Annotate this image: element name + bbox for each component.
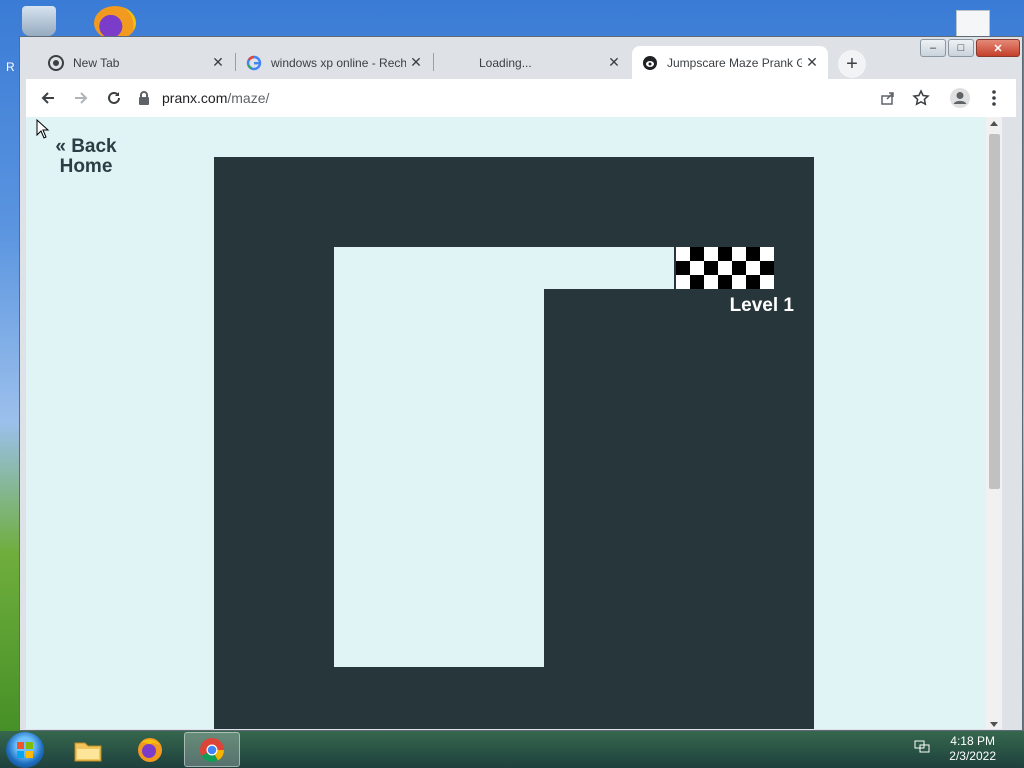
address-bar[interactable]: pranx.com/maze/ — [138, 84, 858, 112]
share-icon[interactable] — [876, 86, 900, 110]
file-explorer-icon[interactable] — [60, 732, 116, 767]
close-tab-icon[interactable]: ✕ — [208, 54, 228, 71]
level-label: Level 1 — [729, 295, 794, 316]
close-tab-icon[interactable]: ✕ — [604, 54, 624, 71]
desktop-icon-label: R — [6, 60, 15, 74]
scrollbar-thumb[interactable] — [989, 134, 1000, 489]
tab-label: Jumpscare Maze Prank G — [667, 55, 802, 70]
back-arrow-icon[interactable] — [36, 86, 60, 110]
close-tab-icon[interactable]: ✕ — [406, 54, 426, 71]
back-home-link[interactable]: « Back Home — [48, 137, 124, 177]
firefox-icon[interactable] — [122, 732, 178, 767]
windows-logo-icon — [17, 742, 33, 758]
google-icon — [246, 55, 262, 71]
window-controls: – □ ✕ — [918, 39, 1020, 57]
maze-board: Level 1 — [214, 157, 814, 729]
new-tab-button[interactable]: + — [838, 50, 866, 78]
tab-jumpscare-maze[interactable]: Jumpscare Maze Prank G ✕ — [632, 46, 828, 79]
clock-date: 2/3/2022 — [949, 749, 996, 763]
maximize-button[interactable]: □ — [948, 39, 974, 57]
pranx-icon — [642, 55, 658, 71]
close-tab-icon[interactable]: ✕ — [802, 54, 822, 71]
firefox-desktop-icon[interactable] — [94, 6, 136, 40]
taskbar: 4:18 PM 2/3/2022 — [0, 731, 1024, 768]
reload-icon[interactable] — [102, 86, 126, 110]
loading-icon — [444, 55, 460, 71]
tab-google-search[interactable]: windows xp online - Rech ✕ — [236, 46, 432, 79]
maze-path-vertical[interactable] — [334, 247, 544, 667]
tab-label: New Tab — [73, 55, 120, 70]
lock-icon — [138, 91, 152, 105]
scroll-down-arrow-icon[interactable] — [990, 722, 998, 727]
chrome-icon — [48, 54, 64, 71]
forward-arrow-icon[interactable] — [69, 86, 93, 110]
close-window-button[interactable]: ✕ — [976, 39, 1020, 57]
finish-checkered-flag[interactable] — [676, 247, 774, 289]
bookmark-star-icon[interactable] — [909, 86, 933, 110]
mouse-cursor-icon — [36, 119, 50, 139]
browser-toolbar: pranx.com/maze/ — [26, 79, 1016, 117]
tab-new-tab[interactable]: New Tab ✕ — [38, 46, 234, 79]
recycle-bin-icon[interactable] — [22, 6, 56, 36]
minimize-button[interactable]: – — [920, 39, 946, 57]
scroll-up-arrow-icon[interactable] — [990, 121, 998, 126]
url-path: /maze/ — [227, 90, 270, 106]
tab-label: windows xp online - Rech — [271, 55, 406, 70]
network-icon[interactable] — [914, 740, 930, 754]
system-clock[interactable]: 4:18 PM 2/3/2022 — [949, 734, 996, 764]
start-button[interactable] — [6, 732, 44, 768]
chrome-taskbar-icon[interactable] — [184, 732, 240, 767]
tab-label: Loading... — [479, 55, 532, 70]
profile-avatar-icon[interactable] — [948, 86, 972, 110]
menu-kebab-icon[interactable] — [982, 86, 1006, 110]
url-host: pranx.com — [162, 90, 228, 106]
tab-loading[interactable]: Loading... ✕ — [434, 46, 630, 79]
tab-strip: New Tab ✕ windows xp online - Rech ✕ Loa… — [20, 37, 1022, 79]
browser-window: New Tab ✕ windows xp online - Rech ✕ Loa… — [19, 36, 1023, 731]
vertical-scrollbar[interactable] — [986, 117, 1002, 729]
clock-time: 4:18 PM — [950, 734, 995, 748]
page-content: « Back Home Level 1 — [26, 117, 1002, 729]
